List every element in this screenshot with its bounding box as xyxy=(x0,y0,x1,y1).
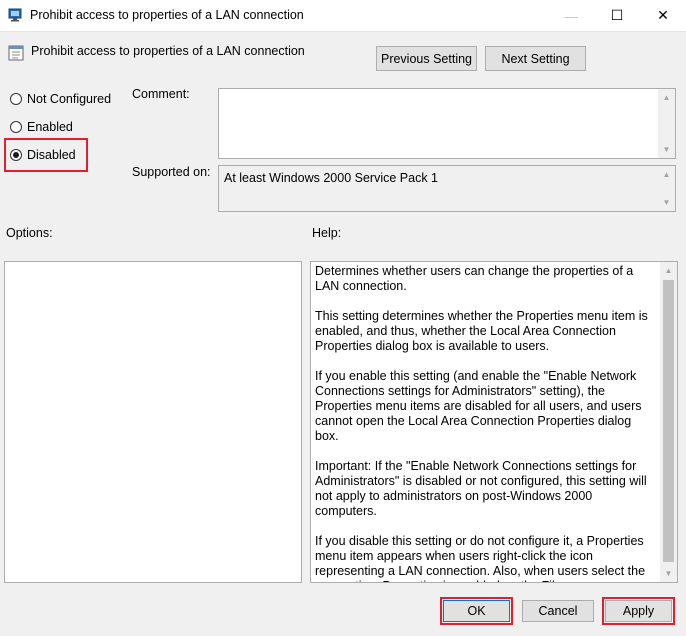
radio-enabled[interactable]: Enabled xyxy=(10,120,73,134)
minimize-button[interactable]: — xyxy=(548,0,594,31)
close-button[interactable]: ✕ xyxy=(640,0,686,31)
apply-button[interactable]: Apply xyxy=(605,600,672,622)
radio-unchecked-icon xyxy=(10,121,22,133)
scroll-up-icon[interactable]: ▲ xyxy=(660,262,677,279)
help-scroll-thumb[interactable] xyxy=(663,280,674,562)
policy-name: Prohibit access to properties of a LAN c… xyxy=(31,44,305,58)
help-paragraph: If you enable this setting (and enable t… xyxy=(315,369,642,443)
radio-checked-icon xyxy=(10,149,22,161)
scroll-down-icon[interactable]: ▼ xyxy=(658,194,675,211)
maximize-button[interactable]: ☐ xyxy=(594,0,640,31)
options-label: Options: xyxy=(6,226,53,240)
previous-setting-button[interactable]: Previous Setting xyxy=(376,46,477,71)
radio-disabled-label: Disabled xyxy=(27,148,76,162)
options-pane xyxy=(4,261,302,583)
supported-on-value: At least Windows 2000 Service Pack 1 xyxy=(224,171,438,185)
minimize-icon: — xyxy=(564,7,578,24)
radio-unchecked-icon xyxy=(10,93,22,105)
radio-not-configured-label: Not Configured xyxy=(27,92,112,106)
help-paragraph: If you disable this setting or do not co… xyxy=(315,534,646,582)
next-setting-button[interactable]: Next Setting xyxy=(485,46,586,71)
scroll-up-icon[interactable]: ▲ xyxy=(658,89,675,106)
ok-button[interactable]: OK xyxy=(443,600,510,622)
supported-on-field: At least Windows 2000 Service Pack 1 ▲ ▼ xyxy=(218,165,676,212)
supported-on-label: Supported on: xyxy=(132,165,211,179)
scroll-down-icon[interactable]: ▼ xyxy=(658,141,675,158)
help-pane: Determines whether users can change the … xyxy=(310,261,678,583)
help-paragraph: Important: If the "Enable Network Connec… xyxy=(315,459,647,518)
window-title: Prohibit access to properties of a LAN c… xyxy=(30,8,304,22)
scroll-up-icon[interactable]: ▲ xyxy=(658,166,675,183)
help-paragraph: Determines whether users can change the … xyxy=(315,264,634,293)
close-icon: ✕ xyxy=(657,7,669,23)
maximize-icon: ☐ xyxy=(610,7,624,23)
help-scrollbar[interactable]: ▲ ▼ xyxy=(660,262,677,582)
radio-disabled[interactable]: Disabled xyxy=(10,148,76,162)
comment-scrollbar[interactable]: ▲ ▼ xyxy=(658,89,675,158)
title-bar: Prohibit access to properties of a LAN c… xyxy=(0,0,686,32)
network-policy-icon xyxy=(8,8,22,22)
comment-field[interactable]: ▲ ▼ xyxy=(218,88,676,159)
radio-enabled-label: Enabled xyxy=(27,120,73,134)
cancel-button[interactable]: Cancel xyxy=(522,600,594,622)
help-text: Determines whether users can change the … xyxy=(315,264,655,582)
help-label: Help: xyxy=(312,226,342,240)
scroll-down-icon[interactable]: ▼ xyxy=(660,565,677,582)
policy-setting-icon xyxy=(8,45,24,61)
comment-label: Comment: xyxy=(132,87,190,101)
radio-not-configured[interactable]: Not Configured xyxy=(10,92,111,106)
help-paragraph: This setting determines whether the Prop… xyxy=(315,309,648,353)
supported-scrollbar[interactable]: ▲ ▼ xyxy=(658,166,675,211)
